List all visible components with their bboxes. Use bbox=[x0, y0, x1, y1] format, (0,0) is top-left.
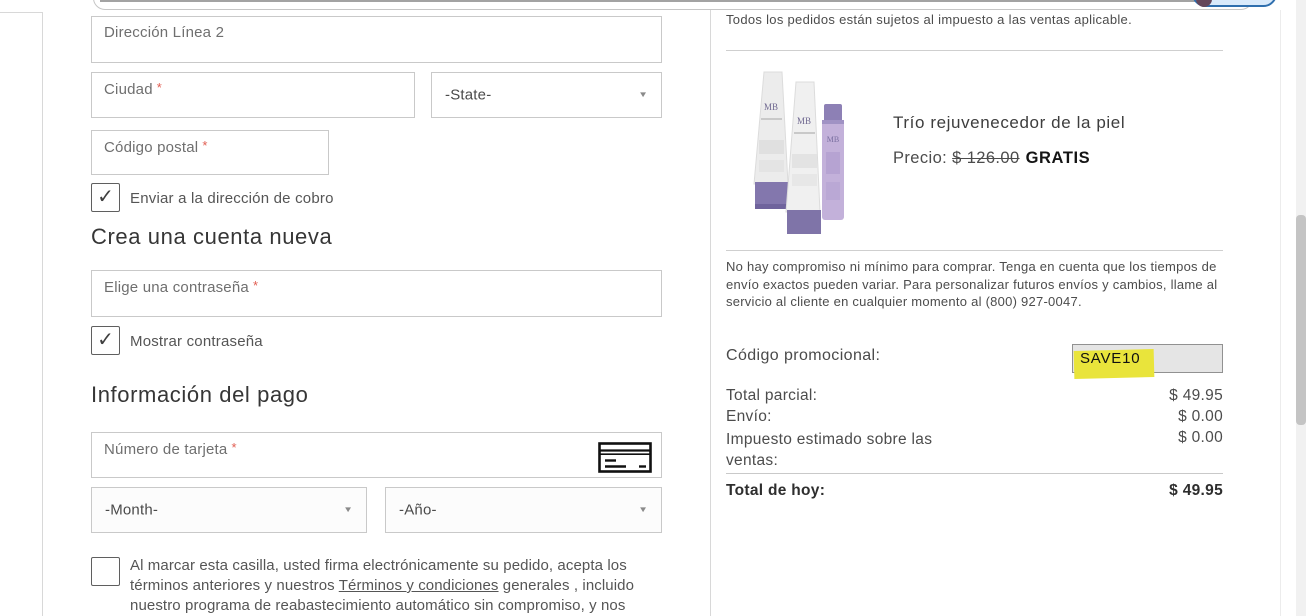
tax-value: $ 0.00 bbox=[1178, 429, 1223, 446]
chevron-down-icon: ▼ bbox=[638, 90, 648, 100]
grand-total-label: Total de hoy: bbox=[726, 482, 826, 499]
checkout-page: Dirección Línea 2 Ciudad * -State- ▼ Códi… bbox=[0, 0, 1306, 616]
city-input[interactable]: Ciudad * bbox=[91, 72, 415, 118]
grand-total-value: $ 49.95 bbox=[1169, 482, 1223, 499]
banner-content-cutoff bbox=[100, 0, 1246, 2]
state-select[interactable]: -State- ▼ bbox=[431, 72, 662, 118]
required-asterisk: * bbox=[156, 80, 162, 95]
price-label: Precio: bbox=[893, 149, 948, 167]
required-asterisk: * bbox=[252, 278, 259, 293]
city-placeholder: Ciudad bbox=[104, 81, 153, 98]
credit-card-icon bbox=[598, 442, 652, 473]
ship-to-billing-checkbox[interactable]: ✓ bbox=[91, 183, 120, 212]
chevron-down-icon: ▼ bbox=[638, 505, 648, 515]
top-banner-cutoff bbox=[93, 0, 1253, 10]
svg-text:MB: MB bbox=[797, 116, 811, 126]
svg-text:MB: MB bbox=[764, 102, 778, 112]
product-price-line: Precio: $ 126.00 GRATIS bbox=[893, 149, 1090, 168]
create-account-heading: Crea una cuenta nueva bbox=[91, 224, 333, 249]
tax-label: Impuesto estimado sobre las ventas: bbox=[726, 431, 933, 469]
shipping-value: $ 0.00 bbox=[1178, 408, 1223, 425]
password-input[interactable]: Elige una contraseña * bbox=[91, 270, 662, 317]
terms-checkbox[interactable] bbox=[91, 557, 120, 586]
required-asterisk: * bbox=[231, 440, 237, 455]
summary-divider bbox=[726, 250, 1223, 251]
summary-divider bbox=[726, 50, 1223, 51]
chat-button[interactable] bbox=[1192, 0, 1277, 7]
zip-placeholder: Código postal bbox=[104, 139, 199, 156]
zip-input[interactable]: Código postal * bbox=[91, 130, 329, 175]
svg-text:MB: MB bbox=[827, 135, 839, 144]
card-number-placeholder: Número de tarjeta bbox=[104, 441, 228, 458]
product-image: MB MB MB bbox=[753, 71, 844, 234]
month-select-value: -Month- bbox=[105, 501, 159, 519]
checkmark-icon: ✓ bbox=[97, 329, 114, 351]
ship-to-billing-label: Enviar a la dirección de cobro bbox=[130, 190, 334, 207]
tax-note: Todos los pedidos están sujetos al impue… bbox=[726, 12, 1132, 27]
promo-code-value: SAVE10 bbox=[1080, 350, 1141, 367]
product-name: Trío rejuvenecedor de la piel bbox=[893, 113, 1126, 132]
original-price: $ 126.00 bbox=[952, 149, 1020, 167]
content-left-border bbox=[42, 12, 43, 616]
terms-text: Al marcar esta casilla, usted firma elec… bbox=[130, 557, 635, 614]
checkmark-icon: ✓ bbox=[97, 186, 114, 208]
page-right-border bbox=[1280, 10, 1281, 616]
show-password-label: Mostrar contraseña bbox=[130, 333, 263, 350]
expiry-month-select[interactable]: -Month- ▼ bbox=[91, 487, 367, 533]
shipping-label: Envío: bbox=[726, 408, 772, 425]
expiry-year-select[interactable]: -Año- ▼ bbox=[385, 487, 662, 533]
payment-heading: Información del pago bbox=[91, 382, 309, 407]
chevron-down-icon: ▼ bbox=[343, 505, 353, 515]
password-placeholder: Elige una contraseña bbox=[104, 279, 249, 296]
promo-code-label: Código promocional: bbox=[726, 347, 881, 364]
address-line2-input[interactable]: Dirección Línea 2 bbox=[91, 16, 662, 63]
year-select-value: -Año- bbox=[399, 501, 437, 519]
subtotal-label: Total parcial: bbox=[726, 387, 818, 404]
total-divider bbox=[726, 473, 1223, 474]
promo-code-input[interactable]: SAVE10 bbox=[1072, 344, 1223, 380]
column-divider bbox=[710, 10, 711, 616]
required-asterisk: * bbox=[202, 138, 208, 153]
shipping-disclaimer: No hay compromiso ni mínimo para comprar… bbox=[726, 259, 1218, 309]
state-select-value: -State- bbox=[445, 86, 492, 104]
scrollbar-thumb[interactable] bbox=[1296, 215, 1306, 425]
free-badge: GRATIS bbox=[1025, 149, 1091, 167]
show-password-checkbox[interactable]: ✓ bbox=[91, 326, 120, 355]
terms-link[interactable]: Términos y condiciones bbox=[339, 577, 499, 594]
subtotal-value: $ 49.95 bbox=[1169, 387, 1223, 404]
page-top-border bbox=[0, 12, 42, 13]
address-line2-placeholder: Dirección Línea 2 bbox=[104, 24, 225, 41]
card-number-input[interactable]: Número de tarjeta * bbox=[91, 432, 662, 478]
